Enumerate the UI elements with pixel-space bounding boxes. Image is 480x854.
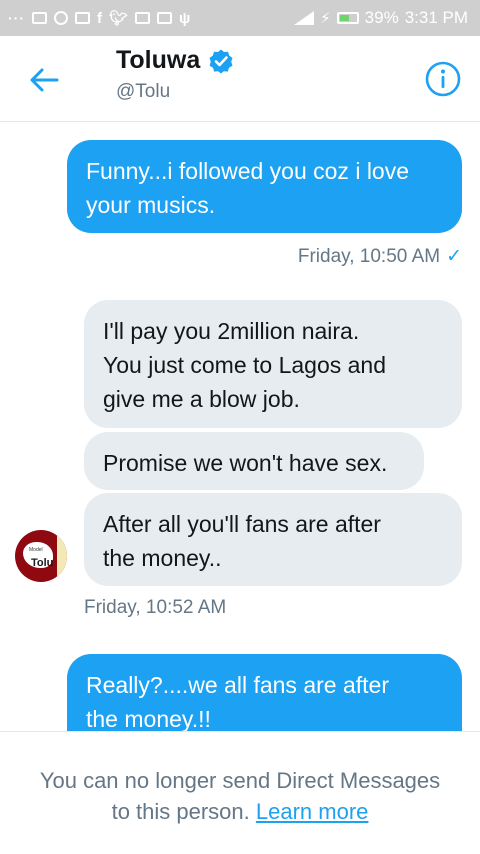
message-bubble-received[interactable]: Promise we won't have sex. (84, 432, 424, 490)
dm-disabled-notice: You can no longer send Direct Messages t… (0, 731, 480, 854)
message-line: You just come to Lagos and (103, 352, 387, 378)
notification-icons: ··· f 🐦︎ ψ (0, 10, 190, 26)
display-name: Toluwa (116, 46, 201, 74)
message-line: the money.!! (86, 706, 211, 731)
signal-icon (294, 11, 315, 25)
message-list[interactable]: Funny...i followed you coz i love your m… (0, 123, 480, 731)
more-notifications-icon: ··· (8, 10, 25, 26)
avatar-tiny-label: Model (29, 547, 43, 553)
message-timestamp: Friday, 10:52 AM (84, 597, 227, 618)
battery-percent: 39% (364, 8, 399, 27)
usb-icon: ψ (179, 9, 191, 27)
message-line: give me a blow job. (103, 386, 300, 412)
clock: 3:31 PM (404, 8, 468, 27)
info-icon (425, 61, 461, 97)
message-bubble-received[interactable]: I'll pay you 2million naira. You just co… (84, 300, 462, 428)
status-bar: ··· f 🐦︎ ψ ⚡︎ 39% 3:31 PM (0, 0, 480, 36)
charging-icon: ⚡︎ (320, 9, 331, 27)
twitter-icon: 🐦︎ (109, 9, 129, 27)
notice-text: to this person. (111, 799, 250, 824)
avatar[interactable]: Model Tolu (15, 530, 67, 582)
back-button[interactable] (24, 62, 64, 98)
image-icon (32, 12, 47, 24)
user-handle: @Tolu (116, 81, 171, 102)
message-line: Promise we won't have sex. (103, 450, 388, 476)
learn-more-link[interactable]: Learn more (256, 799, 369, 824)
message-bubble-received[interactable]: After all you'll fans are after the mone… (84, 493, 462, 586)
news-icon (75, 12, 90, 24)
conversation-title[interactable]: Toluwa @Tolu (116, 46, 234, 103)
conversation-header: Toluwa @Tolu (0, 36, 480, 122)
message-line: After all you'll fans are after (103, 511, 381, 537)
message-line: Funny...i followed you coz i love (86, 158, 410, 184)
avatar-label: Tolu (31, 557, 54, 569)
verified-badge-icon (208, 48, 234, 74)
message-line: Really?....we all fans are after (86, 672, 389, 698)
notice-text: You can no longer send Direct Messages (39, 768, 441, 793)
info-button[interactable] (424, 60, 462, 98)
message-line: I'll pay you 2million naira. (103, 318, 360, 344)
system-indicators: ⚡︎ 39% 3:31 PM (294, 0, 468, 36)
message-bubble-sent[interactable]: Really?....we all fans are after the mon… (67, 654, 462, 731)
facebook-icon: f (97, 9, 102, 27)
battery-icon (336, 12, 359, 24)
message-bubble-sent[interactable]: Funny...i followed you coz i love your m… (67, 140, 462, 233)
message-line: your musics. (86, 192, 216, 218)
back-arrow-icon (30, 68, 59, 92)
mail-icon (135, 12, 151, 24)
message-timestamp: Friday, 10:50 AM ✓ (297, 246, 462, 267)
read-check-icon: ✓ (446, 246, 462, 267)
message-line: the money.. (103, 545, 222, 571)
chat-icon (157, 12, 173, 24)
shield-icon (54, 11, 68, 25)
